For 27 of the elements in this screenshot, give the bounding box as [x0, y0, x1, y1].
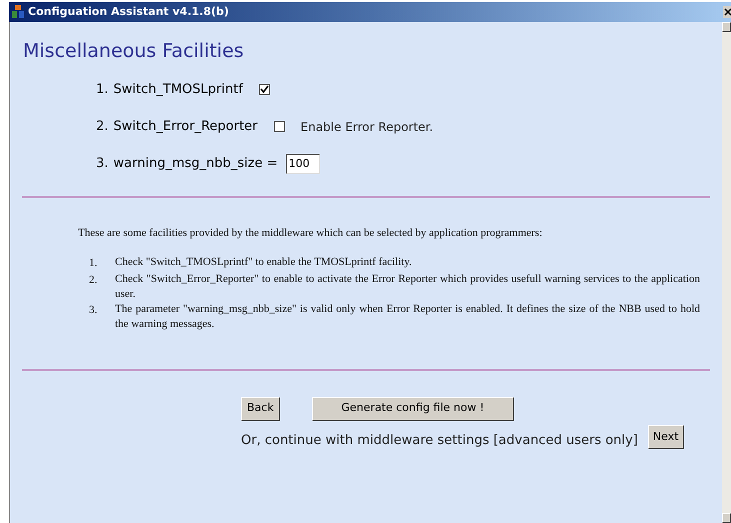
close-icon[interactable]: [723, 6, 731, 18]
scrollbar[interactable]: [722, 22, 731, 523]
back-button[interactable]: Back: [241, 396, 280, 420]
checkmark-icon: [260, 85, 269, 94]
app-icon: [11, 5, 25, 19]
setting-number: 1.: [96, 80, 108, 99]
generate-button[interactable]: Generate config file now !: [312, 396, 514, 420]
next-button[interactable]: Next: [648, 425, 684, 450]
continue-text: Or, continue with middleware settings [advanced users only]: [241, 432, 638, 450]
setting-label: Switch_Error_Reporter: [113, 118, 258, 136]
window-title: Configuation Assistant v4.1.8(b): [28, 4, 229, 20]
input-field[interactable]: 100: [286, 154, 320, 174]
list-number: 1.: [89, 256, 98, 271]
setting-label: Switch_TMOSLprintf: [113, 80, 243, 99]
list-number: 3.: [89, 302, 98, 318]
setting-number: 2.: [96, 118, 108, 136]
description-item: The parameter "warning_msg_nbb_size" is valid only when Error Reporter is enabled. It defines the size of the NBB used to hold the warning messages.: [115, 302, 700, 332]
list-number: 2.: [89, 272, 98, 288]
description-item: Check "Switch_TMOSLprintf" to enable the TMOSLprintf facility.: [115, 255, 412, 270]
description-intro: These are some facilities provided by the middleware which can be selected by application programmers:: [78, 226, 544, 240]
setting-number: 3.: [96, 154, 108, 173]
page-heading: Miscellaneous Facilities: [23, 39, 245, 64]
checkbox[interactable]: [274, 121, 285, 132]
checkbox[interactable]: [258, 84, 270, 95]
setting-note: Enable Error Reporter.: [300, 118, 434, 136]
description-item: Check "Switch_Error_Reporter" to enable to activate the Error Reporter which provides usefull warning services to the application user.: [115, 272, 700, 302]
setting-label: warning_msg_nbb_size =: [113, 154, 278, 173]
